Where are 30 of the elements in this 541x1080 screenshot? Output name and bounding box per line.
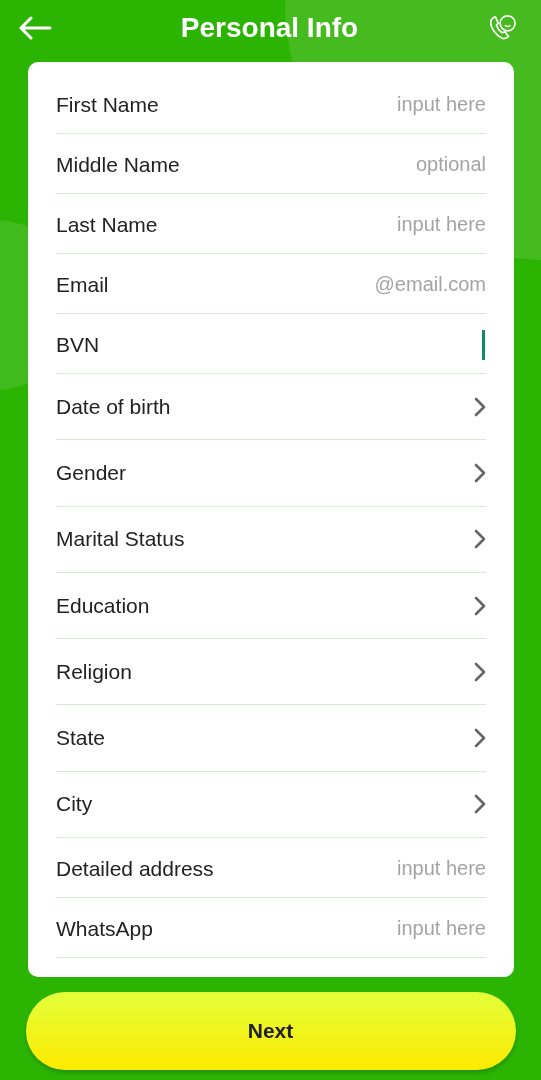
text-field[interactable]: input here — [306, 213, 486, 236]
select-label[interactable]: Education — [56, 593, 150, 618]
text-field[interactable]: input here — [306, 917, 486, 941]
chevron-right-icon — [474, 661, 486, 682]
chevron-right-icon — [474, 529, 486, 550]
field-label: First Name — [56, 92, 159, 117]
chevron-right-icon — [474, 728, 486, 749]
chevron-right-icon — [474, 462, 486, 483]
select-label[interactable]: Marital Status — [56, 527, 185, 552]
field-label: WhatsApp — [56, 916, 153, 941]
select-label[interactable]: Date of birth — [56, 394, 171, 419]
field-label: Middle Name — [56, 152, 180, 177]
text-field[interactable]: input here — [306, 93, 486, 116]
chevron-right-icon — [474, 595, 486, 616]
field-label: BVN — [56, 332, 100, 357]
select-label[interactable]: Gender — [56, 460, 127, 485]
select-label[interactable]: Religion — [56, 659, 132, 684]
text-field[interactable]: optional — [306, 153, 486, 176]
field-label: Last Name — [56, 212, 158, 237]
field-label: Detailed address — [56, 856, 214, 881]
page-title: Personal Info — [180, 12, 359, 44]
chevron-right-icon — [474, 794, 486, 815]
text-field[interactable]: @email.com — [306, 273, 486, 296]
select-label[interactable]: State — [56, 726, 106, 751]
next-button[interactable]: Next — [25, 992, 516, 1070]
back-arrow-icon[interactable] — [18, 16, 52, 40]
field-label: Email — [56, 272, 109, 297]
select-label[interactable]: City — [56, 792, 93, 817]
text-field[interactable]: input here — [306, 857, 486, 881]
chevron-right-icon — [474, 396, 486, 417]
